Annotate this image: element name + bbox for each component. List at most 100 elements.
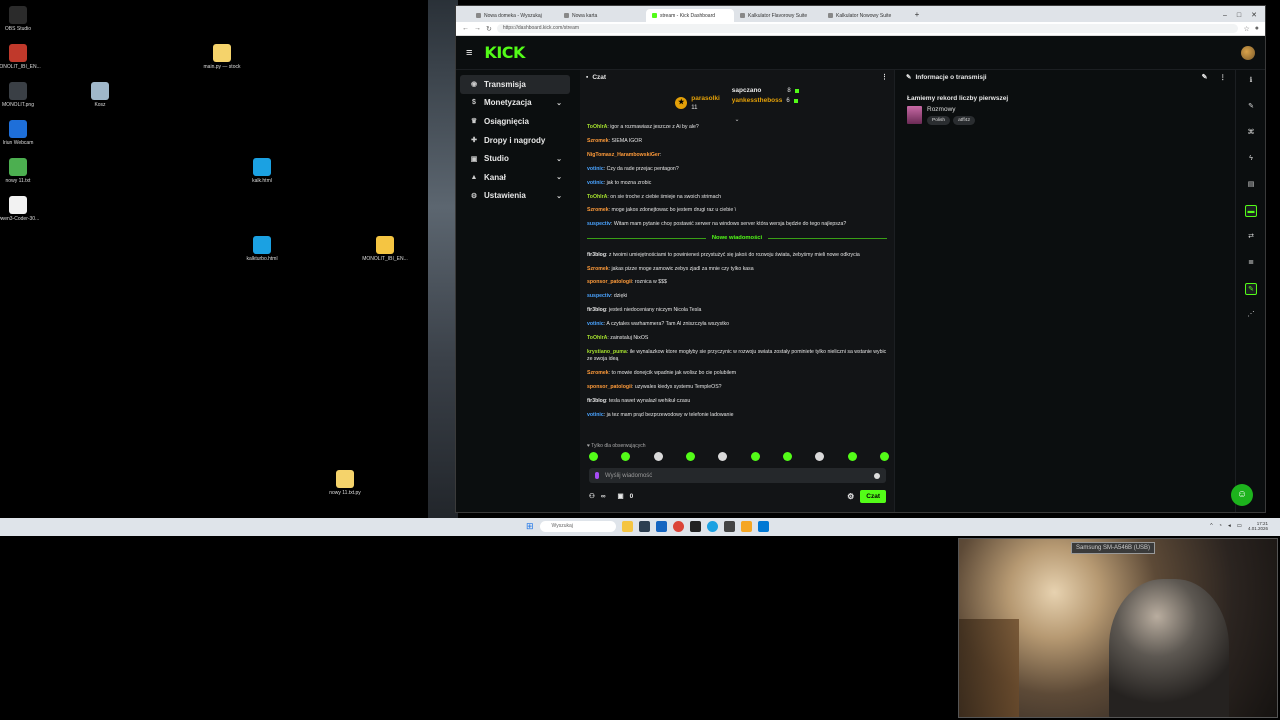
close-button[interactable]: ✕ [1251, 9, 1257, 22]
sidebar-item-channel[interactable]: ▲ Kanał ⌄ [460, 168, 570, 187]
chrome-icon[interactable] [672, 521, 684, 532]
desktop-icon[interactable]: main.py — stock [192, 44, 252, 70]
leader-name-2[interactable]: sapczano [732, 87, 762, 94]
category-name[interactable]: Rozmowy [927, 106, 975, 113]
emote-icon[interactable] [589, 452, 598, 461]
edit-icon[interactable]: ✎ [1202, 73, 1208, 81]
chat-username[interactable]: NigTomasz_HarambowskiGer [587, 152, 660, 158]
send-chat-button[interactable]: Czat [860, 489, 886, 503]
chat-username[interactable]: votinic [587, 321, 604, 327]
info-icon[interactable]: ℹ [1245, 75, 1257, 87]
stack-icon[interactable]: ≣ [1245, 257, 1257, 269]
new-tab-button[interactable]: + [910, 9, 924, 22]
reload-icon[interactable]: ↻ [486, 25, 492, 33]
chat-username[interactable]: Szromek [587, 207, 609, 213]
bookmark-star-icon[interactable]: ☆ [1243, 25, 1249, 33]
network-icon[interactable]: ◔ [1219, 523, 1222, 529]
emote-icon[interactable] [815, 452, 825, 461]
forward-icon[interactable]: → [474, 25, 481, 32]
desktop-icon[interactable]: MONOLIT.png [0, 82, 48, 108]
sidebar-item-settings[interactable]: ⚙ Ustawienia ⌄ [460, 187, 570, 206]
app-icon-6[interactable] [757, 521, 769, 532]
mic-icon[interactable] [595, 472, 599, 479]
emote-icon[interactable] [653, 452, 663, 461]
taskbar-search[interactable]: Wyszukaj [539, 521, 616, 532]
desktop-icon[interactable]: nowy 11.txt [0, 158, 48, 184]
browser-tab[interactable]: Nowa karta [558, 9, 646, 22]
speaker-icon[interactable]: ◂ [1228, 523, 1231, 529]
minimize-button[interactable]: – [1223, 9, 1227, 22]
emote-icon[interactable] [718, 452, 728, 461]
emote-icon[interactable] [750, 452, 760, 461]
maximize-button[interactable]: □ [1237, 9, 1241, 22]
tools-icon[interactable]: ✎ [1245, 283, 1257, 295]
app-icon-2[interactable] [655, 521, 667, 532]
share-icon[interactable]: ⋰ [1245, 309, 1257, 321]
edge-icon[interactable] [706, 521, 718, 532]
hamburger-menu-icon[interactable]: ≡ [466, 47, 472, 59]
app-icon-4[interactable] [723, 521, 735, 532]
chat-toggle-icon[interactable]: ▬ [1245, 205, 1257, 217]
chat-username[interactable]: fir3blog [587, 252, 606, 258]
chevron-down-icon[interactable]: ⌄ [556, 173, 562, 181]
chat-username[interactable]: fir3blog [587, 398, 606, 404]
chat-username[interactable]: sponsor_patologii [587, 279, 632, 285]
emote-icon[interactable] [847, 452, 857, 461]
emote-icon[interactable] [782, 452, 792, 461]
chat-username[interactable]: ToOhIrA [587, 335, 607, 341]
chat-username[interactable]: fir3blog [587, 307, 606, 313]
tray-chevron-icon[interactable]: ^ [1210, 523, 1213, 529]
emote-icon[interactable] [879, 452, 889, 461]
tray-clock[interactable]: 17:21 4.01.2026 [1248, 521, 1268, 531]
chat-username[interactable]: ToOhIrA [587, 194, 607, 200]
chat-username[interactable]: suspectiv [587, 221, 611, 227]
chat-username[interactable]: votinic [587, 412, 604, 418]
avatar[interactable] [1241, 45, 1255, 60]
desktop-icon[interactable]: Qwen3-Coder-30... [0, 196, 48, 222]
desktop-icon[interactable]: Iriun Webcam [0, 120, 48, 146]
info-menu-icon[interactable]: ⋮ [1220, 73, 1227, 81]
app-icon-5[interactable] [740, 521, 752, 532]
browser-tab[interactable]: Kalkulator Flavorowy Suite [734, 9, 822, 22]
chat-input[interactable]: Wyślij wiadomość [589, 468, 886, 483]
sidebar-item-broadcast[interactable]: ◉ Transmisja [460, 75, 570, 94]
explorer-icon[interactable] [621, 521, 633, 532]
browser-tab[interactable]: Kalkulator Nowowy Suite [822, 9, 910, 22]
leader-name-3[interactable]: yankesstheboss [732, 97, 783, 104]
start-icon[interactable]: ⊞ [526, 521, 534, 532]
profile-icon[interactable]: ● [1255, 25, 1259, 32]
sidebar-item-gift[interactable]: ✚ Dropy i nagrody [460, 131, 570, 150]
chevron-down-icon[interactable]: ⌄ [556, 99, 562, 107]
url-input[interactable]: https://dashboard.kick.com/stream [496, 24, 1239, 33]
game-icon[interactable]: ⌘ [1245, 127, 1257, 139]
chat-username[interactable]: suspectiv [587, 293, 611, 299]
emote-icon[interactable] [621, 452, 631, 461]
desktop-icon[interactable]: kalkturbo.html [232, 236, 292, 262]
sidebar-item-trophy[interactable]: ♛ Osiągnięcia [460, 112, 570, 131]
chat-username[interactable]: Szromek [587, 370, 609, 376]
chat-username[interactable]: sponsor_patologii [587, 384, 632, 390]
app-icon-1[interactable] [638, 521, 650, 532]
desktop-icon[interactable]: Kosz [70, 82, 130, 108]
chat-username[interactable]: ToOhIrA [587, 124, 607, 130]
kick-logo[interactable]: KICK [484, 43, 525, 62]
chat-username[interactable]: Szromek [587, 138, 609, 144]
leader-name-1[interactable]: parasolki [691, 95, 720, 102]
sidebar-item-studio[interactable]: ▣ Studio ⌄ [460, 149, 570, 168]
pencil-icon[interactable]: ✎ [1245, 101, 1257, 113]
desktop-icon[interactable]: MONOLIT_IBI_EN... [0, 44, 48, 70]
chat-username[interactable]: krystiano_puma [587, 349, 627, 355]
sidebar-item-money[interactable]: $ Monetyzacja ⌄ [460, 94, 570, 113]
help-chat-button[interactable]: ☺ [1231, 484, 1253, 506]
desktop-icon[interactable]: MONOLIT_IBI_EN... [355, 236, 415, 262]
battery-icon[interactable]: ▭ [1237, 523, 1242, 529]
clipboard-icon[interactable]: ▤ [1245, 179, 1257, 191]
chevron-down-icon[interactable]: ⌄ [556, 192, 562, 200]
chat-username[interactable]: votinic [587, 166, 604, 172]
browser-tab[interactable]: Nowa domeka - Wyszukaj [470, 9, 558, 22]
chat-username[interactable]: Szromek [587, 266, 609, 272]
back-icon[interactable]: ← [462, 25, 469, 32]
desktop-icon[interactable]: nowy 11.txt.py [315, 470, 375, 496]
lightning-icon[interactable]: ϟ [1245, 153, 1257, 165]
app-icon-3[interactable] [689, 521, 701, 532]
